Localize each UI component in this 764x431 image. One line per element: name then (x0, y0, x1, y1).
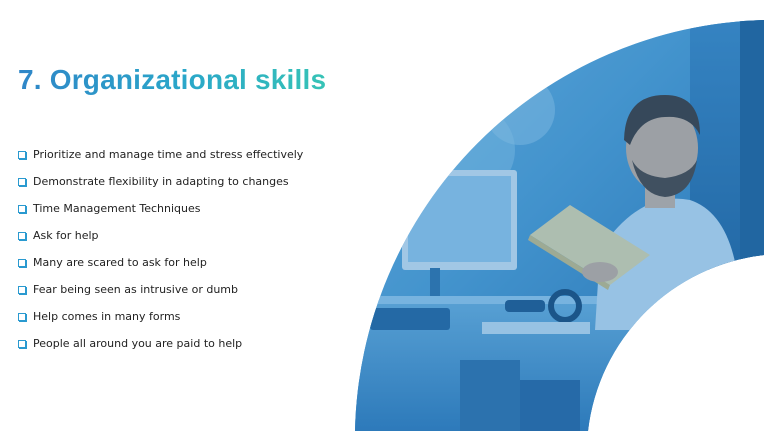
checkbox-square-icon (18, 177, 26, 186)
list-item: Demonstrate flexibility in adapting to c… (18, 168, 303, 195)
list-item: Time Management Techniques (18, 195, 303, 222)
list-item: Many are scared to ask for help (18, 249, 303, 276)
bullet-text: Demonstrate flexibility in adapting to c… (33, 175, 289, 188)
slide: 7. Organizational skills Prioritize and … (0, 0, 764, 431)
checkbox-square-icon (18, 285, 26, 294)
checkbox-square-icon (18, 204, 26, 213)
checkbox-square-icon (18, 231, 26, 240)
bullet-text: Many are scared to ask for help (33, 256, 207, 269)
list-item: Prioritize and manage time and stress ef… (18, 141, 303, 168)
slide-title: 7. Organizational skills (18, 64, 327, 95)
checkbox-square-icon (18, 339, 26, 348)
bullet-text: Time Management Techniques (33, 202, 201, 215)
bullet-text: Ask for help (33, 229, 99, 242)
bullet-text: Fear being seen as intrusive or dumb (33, 283, 239, 296)
bullet-text: Prioritize and manage time and stress ef… (33, 148, 304, 161)
list-item: People all around you are paid to help (18, 330, 303, 357)
list-item: Fear being seen as intrusive or dumb (18, 276, 303, 303)
list-item: Help comes in many forms (18, 303, 303, 330)
bullet-text: Help comes in many forms (33, 310, 181, 323)
checkbox-square-icon (18, 312, 26, 321)
checkbox-square-icon (18, 150, 26, 159)
list-item: Ask for help (18, 222, 303, 249)
bullet-list: Prioritize and manage time and stress ef… (18, 141, 303, 357)
bullet-text: People all around you are paid to help (33, 337, 243, 350)
checkbox-square-icon (18, 258, 26, 267)
